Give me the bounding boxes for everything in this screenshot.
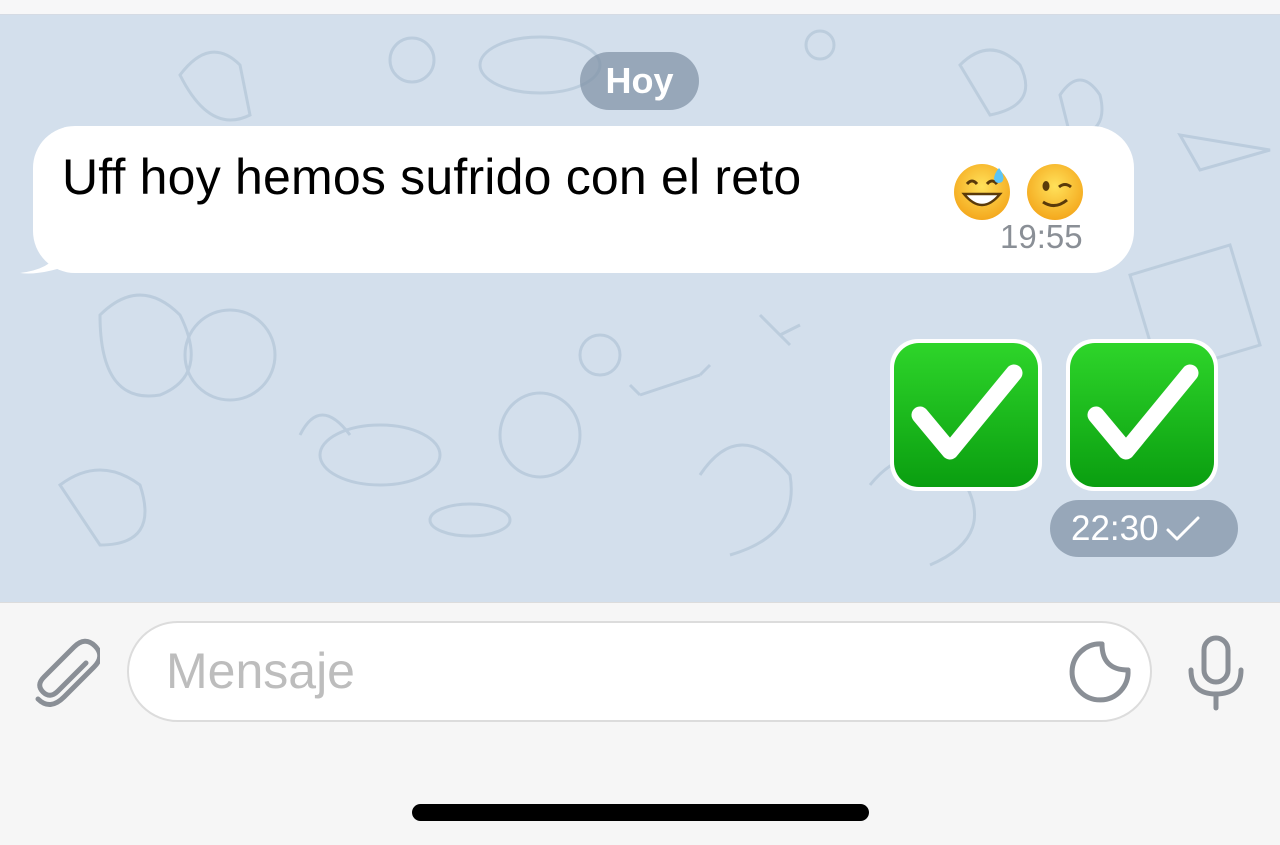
paperclip-icon[interactable] [28,631,100,709]
message-input-placeholder: Mensaje [166,643,355,699]
single-check-icon [1166,516,1200,540]
check-mark-button-icon[interactable] [1064,337,1220,493]
date-separator: Hoy [580,52,699,110]
outgoing-message-meta: 22:30 [1050,500,1238,557]
top-bar [0,0,1280,15]
winking-face-icon [1027,164,1083,220]
check-mark-button-icon[interactable] [888,337,1044,493]
outgoing-message-time: 22:30 [1071,508,1159,548]
sticker-icon[interactable] [1068,640,1132,704]
grinning-face-with-sweat-icon [954,164,1010,220]
microphone-icon[interactable] [1185,634,1247,712]
incoming-message-text: Uff hoy hemos sufrido con el reto [62,149,802,205]
incoming-message-time: 19:55 [1000,218,1083,255]
home-indicator [412,804,869,821]
